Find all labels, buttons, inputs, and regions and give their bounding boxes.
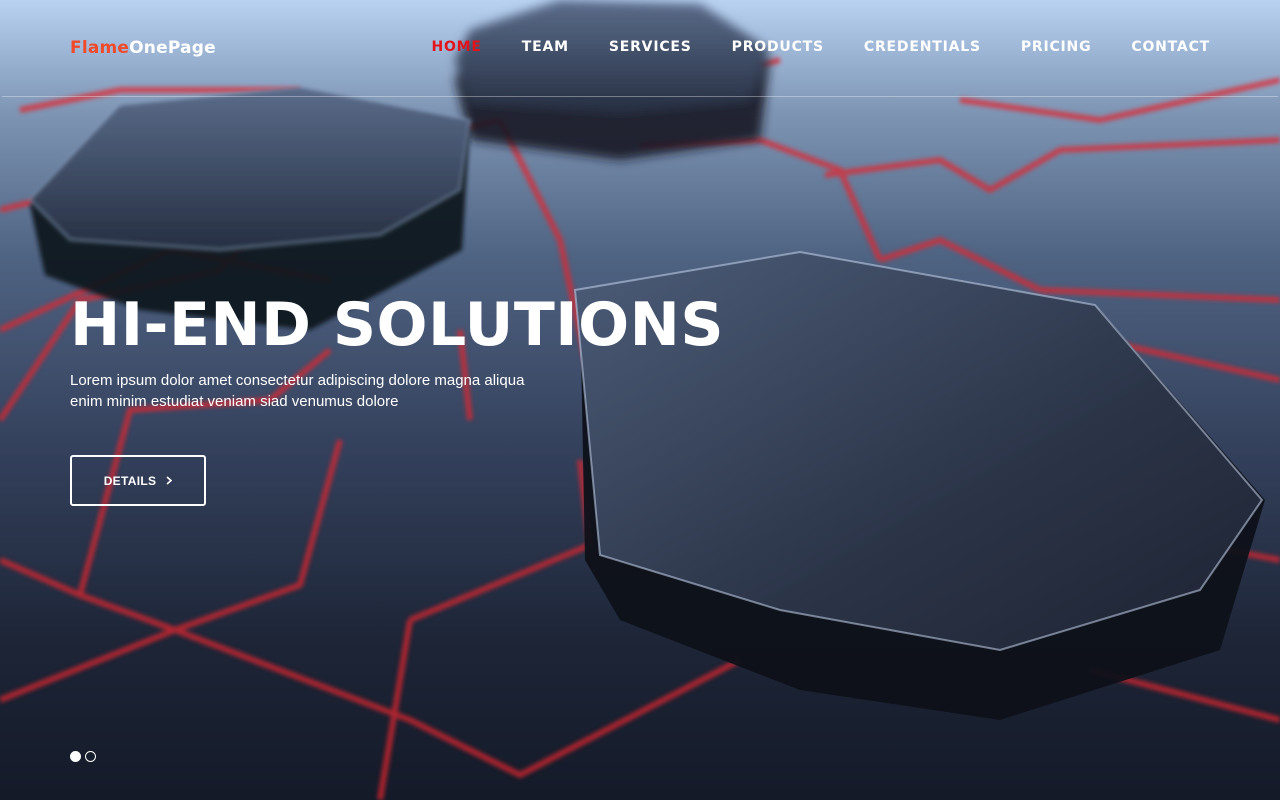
nav-item-products[interactable]: PRODUCTS	[732, 39, 824, 55]
hero-title: HI-END SOLUTIONS	[70, 290, 725, 360]
brand-logo-part1: Flame	[70, 38, 130, 58]
nav-item-pricing[interactable]: PRICING	[1021, 39, 1092, 55]
slider-dot-1[interactable]	[70, 751, 81, 762]
hero-description: Lorem ipsum dolor amet consectetur adipi…	[70, 372, 525, 410]
nav-item-credentials[interactable]: CREDENTIALS	[864, 39, 981, 55]
slider-pagination	[70, 751, 96, 762]
details-button-label: DETAILS	[103, 473, 157, 488]
details-button[interactable]: DETAILS	[70, 455, 206, 506]
site-header: FlameOnePage HOME TEAM SERVICES PRODUCTS…	[2, 0, 1278, 97]
main-nav: HOME TEAM SERVICES PRODUCTS CREDENTIALS …	[391, 39, 1210, 55]
chevron-right-icon	[166, 476, 173, 485]
nav-item-home[interactable]: HOME	[431, 39, 481, 55]
brand-logo-part2: OnePage	[129, 38, 216, 58]
nav-item-contact[interactable]: CONTACT	[1131, 39, 1210, 55]
nav-item-team[interactable]: TEAM	[522, 39, 569, 55]
hero-section: FlameOnePage HOME TEAM SERVICES PRODUCTS…	[0, 0, 1280, 800]
nav-item-services[interactable]: SERVICES	[609, 39, 692, 55]
slider-dot-2[interactable]	[85, 751, 96, 762]
brand-logo[interactable]: FlameOnePage	[70, 38, 216, 58]
